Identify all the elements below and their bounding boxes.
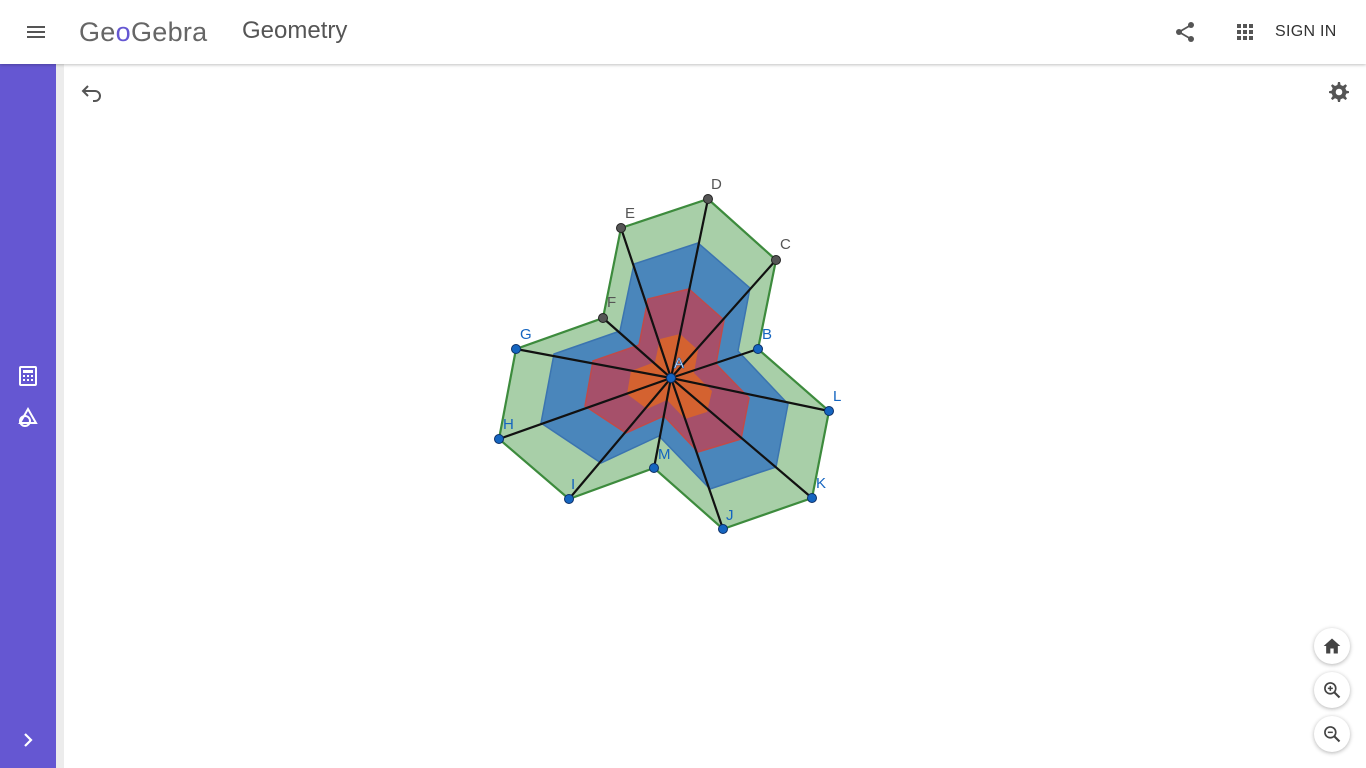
app-title: Geometry (242, 17, 348, 44)
label-h: H (503, 416, 514, 433)
label-m: M (658, 446, 671, 463)
geometry-tools-icon[interactable] (16, 406, 40, 430)
menu-icon[interactable] (24, 20, 48, 44)
label-f: F (607, 294, 616, 311)
point-d (703, 194, 713, 204)
zoom-in-icon (1324, 682, 1341, 699)
undo-icon[interactable] (80, 80, 104, 104)
sidebar (0, 64, 56, 768)
sidebar-divider (56, 64, 64, 768)
apps-icon[interactable] (1233, 20, 1257, 44)
home-icon (1323, 638, 1341, 654)
point-e (616, 223, 626, 233)
point-k (807, 493, 817, 503)
point-j (718, 524, 728, 534)
point-b (753, 344, 763, 354)
label-a: A (674, 355, 684, 372)
point-c (771, 255, 781, 265)
label-l: L (833, 388, 841, 405)
construction-drawing[interactable]: D C E F B L K J M I H G A (64, 64, 1366, 768)
home-button[interactable] (1314, 628, 1350, 664)
label-c: C (780, 236, 791, 253)
zoom-out-button[interactable] (1314, 716, 1350, 752)
label-g: G (520, 326, 532, 343)
calculator-icon[interactable] (16, 364, 40, 388)
point-f (598, 313, 608, 323)
label-k: K (816, 475, 826, 492)
label-e: E (625, 205, 635, 222)
point-g (511, 344, 521, 354)
graphics-view[interactable]: D C E F B L K J M I H G A (64, 64, 1366, 768)
label-j: J (726, 507, 734, 524)
point-h (494, 434, 504, 444)
sign-in-button[interactable]: SIGN IN (1275, 23, 1337, 41)
geogebra-logo: GeoGebra (79, 17, 208, 47)
point-i (564, 494, 574, 504)
share-icon[interactable] (1173, 20, 1197, 44)
label-d: D (711, 176, 722, 193)
zoom-in-button[interactable] (1314, 672, 1350, 708)
point-m (649, 463, 659, 473)
point-a (666, 373, 676, 383)
settings-icon[interactable] (1326, 80, 1350, 104)
label-i: I (571, 476, 575, 493)
label-b: B (762, 326, 772, 343)
app-header: GeoGebra Geometry SIGN IN (0, 0, 1366, 64)
point-l (824, 406, 834, 416)
zoom-out-icon (1324, 726, 1341, 743)
chevron-right-icon[interactable] (16, 728, 40, 752)
